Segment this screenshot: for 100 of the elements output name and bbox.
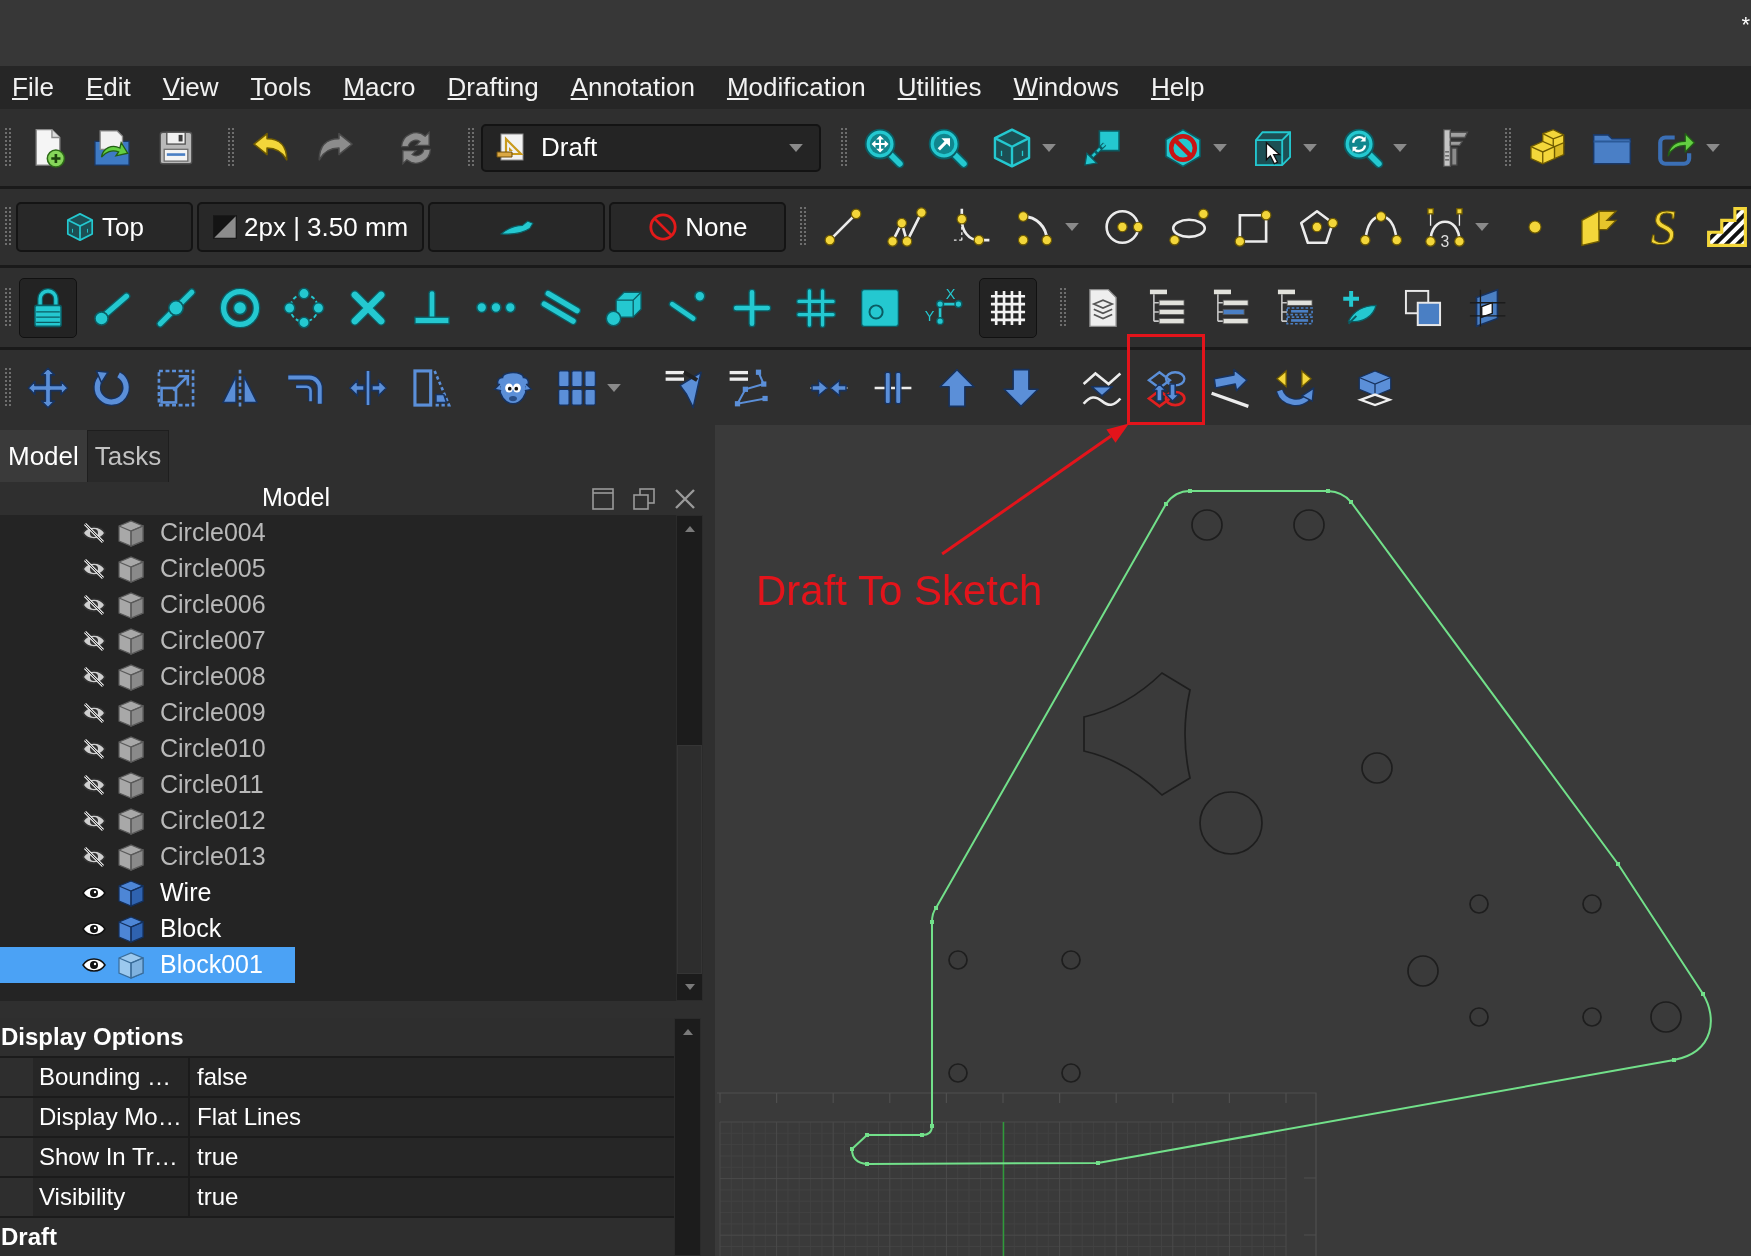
menu-item[interactable]: Help <box>1134 71 1221 104</box>
tree-item[interactable]: Circle005 <box>0 551 298 587</box>
crossed-eye-icon[interactable] <box>82 522 106 544</box>
panel-title: Model <box>261 482 331 511</box>
toolbar-grip[interactable] <box>5 367 11 408</box>
crossed-eye-icon[interactable] <box>82 594 106 616</box>
hole-circle <box>1293 509 1325 541</box>
circle-dots-icon <box>283 286 325 329</box>
menu-item[interactable]: View <box>146 71 235 104</box>
cube-icon <box>117 915 145 943</box>
workbench-selector[interactable]: Draft <box>481 123 821 172</box>
menu-item[interactable]: File <box>0 71 70 104</box>
cube-icon <box>65 212 96 242</box>
menu-item[interactable]: Utilities <box>881 71 998 104</box>
tree-item[interactable]: Circle010 <box>0 731 298 767</box>
tree-item[interactable]: Circle006 <box>0 587 298 623</box>
crossed-eye-icon[interactable] <box>82 846 106 868</box>
scroll-up-icon[interactable] <box>682 1029 693 1035</box>
crossed-eye-icon[interactable] <box>82 738 106 760</box>
view-button[interactable]: Top <box>16 202 193 252</box>
hole-circle <box>1061 950 1081 970</box>
menu-item[interactable]: Windows <box>997 71 1135 104</box>
scroll-up-icon[interactable] <box>684 526 695 532</box>
scroll-thumb[interactable] <box>677 745 702 974</box>
hash-icon <box>795 286 837 329</box>
eye-icon[interactable] <box>82 921 106 937</box>
magnifier-arrows-icon <box>863 126 905 169</box>
callout-label: Draft To Sketch <box>756 566 1043 616</box>
letter-button[interactable]: S <box>1634 197 1693 257</box>
property-value[interactable]: true <box>190 1178 674 1216</box>
menu-item[interactable]: Modification <box>710 71 882 104</box>
cube-icon <box>117 555 145 583</box>
tree-item[interactable]: Block <box>0 911 254 947</box>
crossed-eye-icon[interactable] <box>82 774 106 796</box>
toolbar-grip[interactable] <box>5 127 11 168</box>
toolbar-grip[interactable] <box>1060 287 1066 328</box>
crossed-eye-icon[interactable] <box>82 810 106 832</box>
toolbar-grip[interactable] <box>5 287 11 328</box>
property-name: Visibility <box>33 1178 190 1216</box>
tree-item[interactable]: Circle013 <box>0 839 298 875</box>
panel-tab[interactable]: Model <box>0 430 87 482</box>
crossed-eye-icon[interactable] <box>82 558 106 580</box>
tree-item[interactable]: Circle012 <box>0 803 298 839</box>
toolbar-grip[interactable] <box>1505 127 1511 168</box>
property-value[interactable]: Flat Lines <box>190 1098 674 1136</box>
property-name: Show In Tr… <box>33 1138 190 1176</box>
swatch-icon <box>213 215 237 239</box>
cube-icon <box>117 951 145 979</box>
style-button[interactable]: None <box>609 202 787 252</box>
ellipse-icon <box>1168 206 1211 248</box>
menu-item[interactable]: Macro <box>327 71 432 104</box>
tree-item[interactable]: Circle007 <box>0 623 298 659</box>
menu-item[interactable]: Drafting <box>431 71 555 104</box>
scrollbar[interactable] <box>676 515 703 1001</box>
close-icon[interactable] <box>674 487 696 510</box>
xy-axes-button[interactable]: X Y <box>915 277 973 338</box>
eye-icon[interactable] <box>82 885 106 901</box>
property-value[interactable]: false <box>190 1058 674 1096</box>
crossed-eye-icon[interactable] <box>82 630 106 652</box>
crossed-eye-icon[interactable] <box>82 666 106 688</box>
cube-icon <box>117 663 145 691</box>
hole-circle <box>1650 1001 1682 1033</box>
toolbar-grip[interactable] <box>841 127 847 168</box>
toolbar-grip[interactable] <box>800 207 807 247</box>
tree-item[interactable]: Circle004 <box>0 515 298 551</box>
cube-icon <box>117 735 145 763</box>
tree-item[interactable]: Circle011 <box>0 767 296 803</box>
hole-circle <box>1191 509 1223 541</box>
color-button[interactable] <box>428 202 606 252</box>
panel-tab[interactable]: Tasks <box>86 430 170 482</box>
hole-circle <box>1469 1007 1489 1027</box>
lock-button[interactable] <box>19 277 77 338</box>
line-style-button[interactable]: 2px | 3.50 mm <box>197 202 425 252</box>
toolbar-grip[interactable] <box>468 127 474 168</box>
restore-icon[interactable] <box>592 487 614 510</box>
cube-icon <box>117 807 145 835</box>
menu-item[interactable]: Edit <box>69 71 147 104</box>
caret-icon <box>607 383 621 392</box>
crossed-eye-icon[interactable] <box>82 702 106 724</box>
menu-item[interactable]: Annotation <box>554 71 711 104</box>
scroll-down-icon[interactable] <box>684 984 695 990</box>
window-title: * <box>1741 14 1750 36</box>
property-value[interactable]: true <box>190 1138 674 1176</box>
tree-item[interactable]: Circle009 <box>0 695 298 731</box>
tree-item[interactable]: Circle008 <box>0 659 298 695</box>
property-group: Draft <box>0 1218 674 1256</box>
scrollbar[interactable] <box>674 1018 701 1256</box>
toolbar-grip[interactable] <box>5 207 11 247</box>
grid-button[interactable] <box>979 277 1037 338</box>
caret-icon <box>1042 143 1056 152</box>
menu-item[interactable]: Tools <box>234 71 328 104</box>
tree-item[interactable]: Wire <box>0 875 244 911</box>
eye-icon[interactable] <box>82 957 106 973</box>
float-icon[interactable] <box>633 487 655 510</box>
property-name: Display Mo… <box>33 1098 190 1136</box>
toolbar-grip[interactable] <box>228 127 234 168</box>
drafting-tools-icon <box>495 131 527 164</box>
move-icon <box>27 366 69 409</box>
bezier-button[interactable]: 3 <box>1416 197 1501 257</box>
hole-circle <box>1361 752 1393 784</box>
